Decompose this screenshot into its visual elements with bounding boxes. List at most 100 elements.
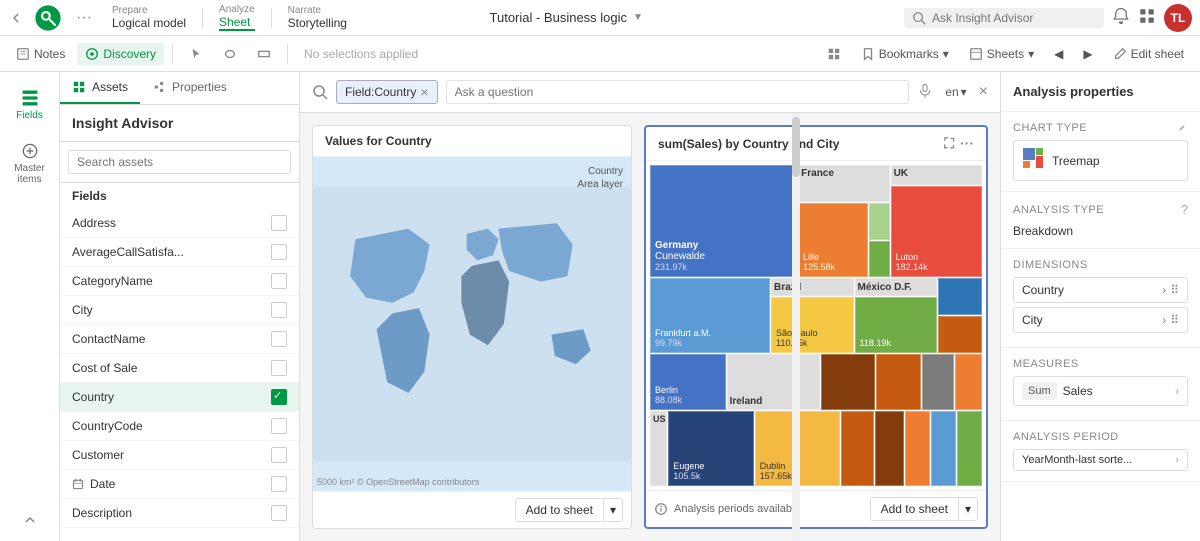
field-item-date[interactable]: Date <box>60 470 299 499</box>
treemap-chart-body[interactable]: Germany Cunewalde 231.97k France <box>646 161 986 490</box>
remove-tag-button[interactable]: × <box>420 84 428 100</box>
sidebar-item-master-items[interactable]: Master items <box>4 133 56 193</box>
treemap-cell-usa-7[interactable] <box>957 411 982 486</box>
insight-question-input[interactable] <box>446 80 910 104</box>
field-item-category[interactable]: CategoryName <box>60 267 299 296</box>
dimension-country-expand-icon[interactable]: › <box>1162 283 1166 297</box>
app-title[interactable]: Tutorial - Business logic ▼ <box>490 10 643 25</box>
selection-tool-3-button[interactable] <box>249 43 279 65</box>
search-tag-field-country[interactable]: Field:Country × <box>336 80 438 104</box>
treemap-cell-usa-6[interactable] <box>931 411 956 486</box>
chart-type-selector[interactable]: Treemap <box>1013 140 1188 181</box>
field-checkbox-category[interactable] <box>271 273 287 289</box>
search-assets-input[interactable] <box>68 150 291 174</box>
treemap-cell-sao-paulo[interactable]: São Paulo 110.85k <box>771 297 854 353</box>
measure-item-sales[interactable]: Sum Sales › <box>1013 376 1188 406</box>
treemap-cell-usa-3[interactable] <box>841 411 874 486</box>
field-checkbox-country[interactable] <box>271 389 287 405</box>
map-visualization[interactable]: CountryArea layer 5000 km² © OpenStreetM… <box>313 157 631 491</box>
field-checkbox-average[interactable] <box>271 244 287 260</box>
field-item-address[interactable]: Address <box>60 209 299 238</box>
treemap-cell-usa-5[interactable] <box>905 411 930 486</box>
dimension-item-city[interactable]: City › ⠿ <box>1013 307 1188 333</box>
treemap-cell-ireland-2[interactable] <box>876 354 921 410</box>
field-item-countrycode[interactable]: CountryCode <box>60 412 299 441</box>
tab-properties[interactable]: Properties <box>140 72 239 104</box>
assets-search[interactable] <box>60 142 299 183</box>
treemap-cell-uk-header[interactable]: UK <box>891 165 982 185</box>
field-checkbox-address[interactable] <box>271 215 287 231</box>
grid-layout-button[interactable] <box>819 43 849 65</box>
nav-narrate[interactable]: Narrate Storytelling <box>280 5 355 30</box>
nav-prepare[interactable]: Prepare Logical model <box>104 5 194 30</box>
treemap-cell-frankfurt[interactable]: Frankfurt a.M. 99.79k <box>650 278 770 353</box>
field-checkbox-description[interactable] <box>271 505 287 521</box>
treemap-cell-cunewalde[interactable]: Germany Cunewalde 231.97k <box>650 165 797 277</box>
treemap-cell-france-small-2[interactable] <box>869 241 889 278</box>
treemap-cell-ireland-header[interactable]: Ireland <box>727 354 820 410</box>
field-checkbox-city[interactable] <box>271 302 287 318</box>
notes-button[interactable]: Notes <box>8 43 73 65</box>
field-item-contact[interactable]: ContactName <box>60 325 299 354</box>
treemap-cell-extra-2[interactable] <box>938 316 982 353</box>
insight-search-top[interactable] <box>904 8 1104 28</box>
insight-advisor-input[interactable] <box>932 11 1072 25</box>
treemap-cell-mexico-df[interactable]: 118.19k <box>855 297 938 353</box>
field-checkbox-countrycode[interactable] <box>271 418 287 434</box>
grid-apps-icon[interactable] <box>1138 7 1156 28</box>
treemap-cell-ireland-4[interactable] <box>955 354 982 410</box>
treemap-cell-france-header[interactable]: France <box>798 165 889 202</box>
field-item-customer[interactable]: Customer <box>60 441 299 470</box>
field-checkbox-customer[interactable] <box>271 447 287 463</box>
treemap-cell-berlin[interactable]: Berlin 88.08k <box>650 354 726 410</box>
microphone-icon[interactable] <box>917 83 933 102</box>
treemap-add-to-sheet-button[interactable]: Add to sheet ▾ <box>870 497 978 521</box>
treemap-cell-france-small-1[interactable] <box>869 203 889 240</box>
treemap-cell-luton[interactable]: Luton 182.14k <box>891 186 982 278</box>
sidebar-item-fields[interactable]: Fields <box>4 80 56 129</box>
add-to-sheet-dropdown-icon[interactable]: ▾ <box>604 499 622 521</box>
language-selector[interactable]: en ▾ <box>941 81 970 103</box>
expand-chart-type-icon[interactable] <box>1176 122 1188 134</box>
user-avatar[interactable]: TL <box>1164 4 1192 32</box>
treemap-cell-brazil-header[interactable]: Brazil <box>771 278 854 296</box>
dimension-item-country[interactable]: Country › ⠿ <box>1013 277 1188 303</box>
field-item-city[interactable]: City <box>60 296 299 325</box>
treemap-add-dropdown-icon[interactable]: ▾ <box>959 498 977 520</box>
back-button[interactable] <box>8 10 24 26</box>
bookmarks-button[interactable]: Bookmarks ▾ <box>853 43 957 65</box>
treemap-cell-extra-1[interactable] <box>938 278 982 315</box>
notifications-icon[interactable] <box>1112 7 1130 28</box>
treemap-cell-lille[interactable]: Lille 125.58k <box>798 203 868 277</box>
qlik-logo[interactable] <box>32 2 64 34</box>
treemap-cell-usa-4[interactable] <box>875 411 904 486</box>
treemap-cell-mexico-header[interactable]: México D.F. <box>855 278 938 296</box>
expand-chart-button[interactable]: ⛶ <box>944 135 954 152</box>
measure-expand-icon[interactable]: › <box>1175 384 1179 398</box>
field-checkbox-date[interactable] <box>271 476 287 492</box>
chart-more-button[interactable]: ··· <box>960 135 974 152</box>
field-item-average[interactable]: AverageCallSatisfa... <box>60 238 299 267</box>
treemap-cell-ireland-3[interactable] <box>922 354 954 410</box>
select-tool-button[interactable] <box>181 43 211 65</box>
analysis-period-selector[interactable]: YearMonth-last sorte... › <box>1013 449 1188 471</box>
next-sheet-button[interactable]: ▶ <box>1075 43 1100 65</box>
scrollbar-thumb[interactable] <box>792 117 800 177</box>
analysis-type-help-icon[interactable]: ? <box>1181 202 1188 217</box>
dimension-city-expand-icon[interactable]: › <box>1162 313 1166 327</box>
dimension-city-drag-icon[interactable]: ⠿ <box>1170 313 1179 327</box>
field-item-country[interactable]: Country <box>60 383 299 412</box>
prev-sheet-button[interactable]: ◀ <box>1046 43 1071 65</box>
sidebar-collapse-button[interactable] <box>22 514 38 533</box>
treemap-cell-ireland-1[interactable] <box>821 354 875 410</box>
close-insight-button[interactable]: × <box>979 83 988 101</box>
treemap-cell-usa-header[interactable]: USA <box>650 411 667 486</box>
discovery-button[interactable]: Discovery <box>77 43 164 65</box>
dimension-country-drag-icon[interactable]: ⠿ <box>1170 283 1179 297</box>
selection-tool-2-button[interactable] <box>215 43 245 65</box>
chart-scrollbar[interactable] <box>792 113 800 541</box>
sheets-button[interactable]: Sheets ▾ <box>961 43 1042 65</box>
field-item-costofsale[interactable]: Cost of Sale <box>60 354 299 383</box>
field-checkbox-costofsale[interactable] <box>271 360 287 376</box>
field-checkbox-contact[interactable] <box>271 331 287 347</box>
